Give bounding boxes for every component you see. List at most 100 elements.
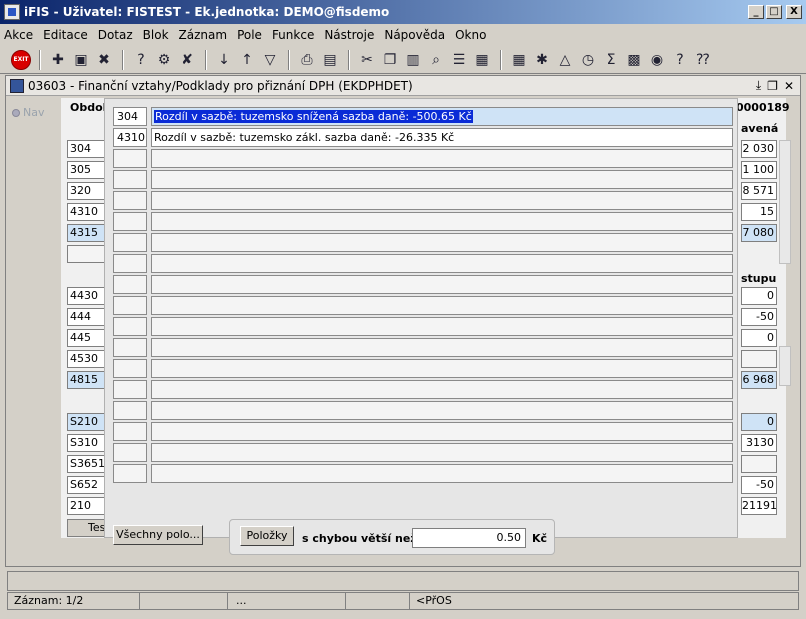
- list-item[interactable]: [113, 317, 733, 336]
- menu-zaznam[interactable]: Záznam: [179, 28, 228, 42]
- columns-icon[interactable]: ▦: [471, 49, 493, 71]
- nav-radio[interactable]: Nav: [12, 106, 44, 119]
- right-value-field[interactable]: 0: [741, 287, 777, 305]
- row-description[interactable]: [151, 275, 733, 294]
- row-code[interactable]: [113, 422, 147, 441]
- menu-nastroje[interactable]: Nástroje: [324, 28, 374, 42]
- query-enter-icon[interactable]: ?: [130, 49, 152, 71]
- row-description[interactable]: [151, 422, 733, 441]
- find-icon[interactable]: ⌕: [425, 49, 447, 71]
- row-code[interactable]: [113, 464, 147, 483]
- tools-icon[interactable]: ✱: [531, 49, 553, 71]
- row-code[interactable]: 4310: [113, 128, 147, 147]
- menu-editace[interactable]: Editace: [43, 28, 88, 42]
- list-item[interactable]: [113, 191, 733, 210]
- row-description[interactable]: [151, 380, 733, 399]
- row-code[interactable]: [113, 380, 147, 399]
- row-code[interactable]: [113, 191, 147, 210]
- menu-funkce[interactable]: Funkce: [272, 28, 314, 42]
- row-code[interactable]: [113, 443, 147, 462]
- menu-okno[interactable]: Okno: [455, 28, 486, 42]
- right-value-field[interactable]: 21191: [741, 497, 777, 515]
- list-item[interactable]: 304 Rozdíl v sazbě: tuzemsko snížená sazb…: [113, 107, 733, 126]
- row-description[interactable]: [151, 464, 733, 483]
- save-record-icon[interactable]: ▣: [70, 49, 92, 71]
- left-code-field[interactable]: 4315: [67, 224, 107, 242]
- delete-record-icon[interactable]: ✖: [93, 49, 115, 71]
- row-description[interactable]: [151, 317, 733, 336]
- paste-icon[interactable]: ▥: [402, 49, 424, 71]
- row-description[interactable]: [151, 443, 733, 462]
- row-code[interactable]: [113, 254, 147, 273]
- menu-akce[interactable]: Akce: [4, 28, 33, 42]
- row-description[interactable]: [151, 254, 733, 273]
- left-code-field[interactable]: 304: [67, 140, 107, 158]
- right-value-field[interactable]: -50: [741, 308, 777, 326]
- restore-form-icon[interactable]: ❐: [767, 79, 778, 93]
- right-value-field[interactable]: 7 080: [741, 224, 777, 242]
- help-icon[interactable]: ?: [669, 49, 691, 71]
- sort-descending-icon[interactable]: ↑: [236, 49, 258, 71]
- list-item[interactable]: [113, 380, 733, 399]
- exit-button[interactable]: EXIT: [10, 49, 32, 71]
- left-code-field[interactable]: 445: [67, 329, 107, 347]
- query-execute-icon[interactable]: ⚙: [153, 49, 175, 71]
- left-code-field[interactable]: 4430: [67, 287, 107, 305]
- row-code[interactable]: [113, 317, 147, 336]
- right-value-field[interactable]: 2 030: [741, 140, 777, 158]
- menu-napoveda[interactable]: Nápověda: [384, 28, 445, 42]
- items-button[interactable]: Položky: [240, 526, 294, 546]
- clock-icon[interactable]: ◷: [577, 49, 599, 71]
- cut-icon[interactable]: ✂: [356, 49, 378, 71]
- print-icon[interactable]: ⎙: [296, 49, 318, 71]
- right-value-field[interactable]: 15 547: [741, 203, 777, 221]
- all-fields-button[interactable]: Všechny polo...: [113, 525, 203, 545]
- right-value-field[interactable]: 1 100: [741, 161, 777, 179]
- rows-icon[interactable]: ☰: [448, 49, 470, 71]
- calculator-icon[interactable]: ▦: [508, 49, 530, 71]
- minimize-form-icon[interactable]: ⤓: [756, 78, 761, 93]
- vertical-scrollbar[interactable]: [779, 346, 791, 386]
- left-code-field[interactable]: 4310: [67, 203, 107, 221]
- sum-icon[interactable]: Σ: [600, 49, 622, 71]
- minimize-button[interactable]: _: [748, 5, 764, 19]
- row-description[interactable]: [151, 359, 733, 378]
- left-code-field[interactable]: 444: [67, 308, 107, 326]
- triangle-icon[interactable]: △: [554, 49, 576, 71]
- row-description[interactable]: Rozdíl v sazbě: tuzemsko zákl. sazba dan…: [151, 128, 733, 147]
- right-value-field[interactable]: 8 571: [741, 182, 777, 200]
- right-value-field[interactable]: 0: [741, 413, 777, 431]
- row-code[interactable]: [113, 359, 147, 378]
- excel-icon[interactable]: ▩: [623, 49, 645, 71]
- left-code-field[interactable]: S652: [67, 476, 107, 494]
- sort-ascending-icon[interactable]: ↓: [213, 49, 235, 71]
- list-item[interactable]: [113, 212, 733, 231]
- row-code[interactable]: [113, 170, 147, 189]
- row-code[interactable]: 304: [113, 107, 147, 126]
- row-code[interactable]: [113, 149, 147, 168]
- close-form-icon[interactable]: ✕: [784, 79, 794, 93]
- right-value-field[interactable]: -50: [741, 476, 777, 494]
- left-code-field[interactable]: S310: [67, 434, 107, 452]
- list-item[interactable]: [113, 275, 733, 294]
- list-item[interactable]: [113, 422, 733, 441]
- menu-blok[interactable]: Blok: [143, 28, 169, 42]
- list-item[interactable]: [113, 149, 733, 168]
- list-item[interactable]: [113, 401, 733, 420]
- list-item[interactable]: [113, 254, 733, 273]
- left-code-field[interactable]: S210: [67, 413, 107, 431]
- row-description[interactable]: [151, 170, 733, 189]
- right-value-field[interactable]: [741, 350, 777, 368]
- copy-icon[interactable]: ❐: [379, 49, 401, 71]
- right-value-field[interactable]: [741, 455, 777, 473]
- list-item[interactable]: 4310 Rozdíl v sazbě: tuzemsko zákl. sazba…: [113, 128, 733, 147]
- row-description[interactable]: [151, 191, 733, 210]
- list-item[interactable]: [113, 338, 733, 357]
- right-value-field[interactable]: 3130: [741, 434, 777, 452]
- list-item[interactable]: [113, 443, 733, 462]
- list-item[interactable]: [113, 296, 733, 315]
- row-code[interactable]: [113, 401, 147, 420]
- row-description[interactable]: [151, 401, 733, 420]
- list-item[interactable]: [113, 359, 733, 378]
- right-value-field[interactable]: 6 968: [741, 371, 777, 389]
